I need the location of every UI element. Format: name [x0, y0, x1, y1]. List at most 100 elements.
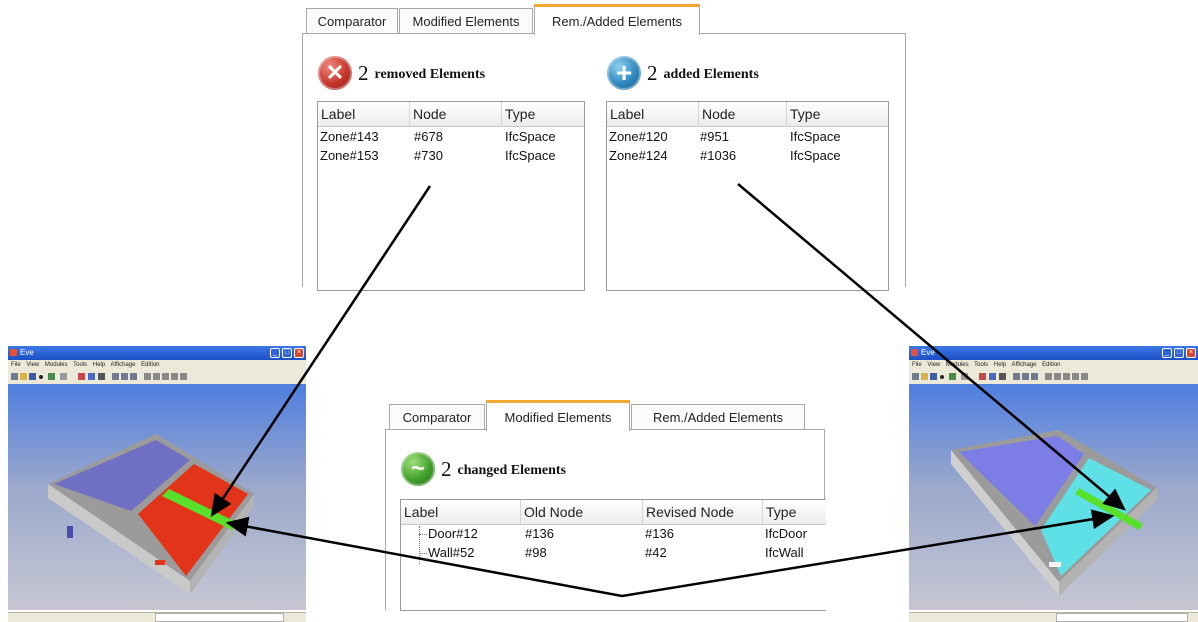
menu-affichage[interactable]: Affichage [1012, 362, 1037, 368]
added-elements-list[interactable]: Label Node Type Zone#120 #951 IfcSpace Z… [606, 101, 889, 291]
menu-affichage[interactable]: Affichage [111, 362, 136, 368]
3d-viewport[interactable] [909, 384, 1198, 610]
column-header-old-node[interactable]: Old Node [521, 500, 643, 524]
pan-icon[interactable] [1072, 373, 1079, 380]
open-folder-icon[interactable] [921, 373, 928, 380]
tree-branch [419, 534, 427, 535]
3d-viewport[interactable] [8, 384, 306, 610]
added-row-1-label[interactable]: Zone#120 [609, 129, 668, 144]
tab-comparator[interactable]: Comparator [306, 8, 398, 34]
save-icon[interactable] [930, 373, 937, 380]
rotate-icon[interactable] [162, 373, 169, 380]
color-icon[interactable] [78, 373, 85, 380]
box-icon[interactable] [999, 373, 1006, 380]
cube2-icon[interactable] [1022, 373, 1029, 380]
color-icon[interactable] [979, 373, 986, 380]
removed-heading: ✕ 2 removed Elements [318, 56, 485, 90]
column-header-type[interactable]: Type [763, 500, 826, 524]
removed-elements-list[interactable]: Label Node Type Zone#143 #678 IfcSpace Z… [317, 101, 585, 291]
minimize-button[interactable]: _ [270, 348, 280, 358]
menu-edition[interactable]: Edition [141, 362, 159, 368]
tab-rem-added-elements[interactable]: Rem./Added Elements [631, 404, 805, 430]
close-button[interactable]: × [294, 348, 304, 358]
changed-row-1-revised-node: #136 [645, 526, 674, 541]
column-header-label[interactable]: Label [607, 102, 699, 126]
pan-icon[interactable] [171, 373, 178, 380]
tab-rem-added-elements[interactable]: Rem./Added Elements [534, 4, 700, 35]
close-button[interactable]: × [1186, 348, 1196, 358]
window-title: Eve [921, 348, 935, 357]
fit-icon[interactable] [1081, 373, 1088, 380]
removed-row-1-label[interactable]: Zone#143 [320, 129, 379, 144]
render-icon[interactable] [88, 373, 95, 380]
tab-modified-elements[interactable]: Modified Elements [399, 8, 533, 34]
menu-view[interactable]: View [26, 362, 39, 368]
tab-comparator[interactable]: Comparator [389, 404, 485, 430]
save-icon[interactable] [29, 373, 36, 380]
zoom-icon[interactable] [153, 373, 160, 380]
dot-icon[interactable] [940, 375, 944, 379]
tab-modified-elements[interactable]: Modified Elements [486, 400, 630, 431]
cube3-icon[interactable] [1031, 373, 1038, 380]
new-file-icon[interactable] [11, 373, 18, 380]
column-header-type[interactable]: Type [787, 102, 888, 126]
cube2-icon[interactable] [121, 373, 128, 380]
cube3-icon[interactable] [130, 373, 137, 380]
added-list-header: Label Node Type [607, 102, 888, 127]
changed-row-2-label[interactable]: Wall#52 [428, 545, 474, 560]
removed-row-2-label[interactable]: Zone#153 [320, 148, 379, 163]
menu-modules[interactable]: Modules [946, 362, 969, 368]
render-icon[interactable] [989, 373, 996, 380]
menu-view[interactable]: View [927, 362, 940, 368]
menu-help[interactable]: Help [93, 362, 105, 368]
menu-tools[interactable]: Tools [73, 362, 87, 368]
cube-icon[interactable] [112, 373, 119, 380]
status-field [155, 613, 284, 622]
tree-line [419, 526, 420, 564]
removed-count: 2 [358, 60, 369, 85]
changed-elements-list[interactable]: Label Old Node Revised Node Type Door#12… [400, 499, 826, 611]
changed-list-header: Label Old Node Revised Node Type [401, 500, 826, 525]
cursor-icon[interactable] [1045, 373, 1052, 380]
window-marker [1049, 562, 1061, 567]
column-header-label[interactable]: Label [318, 102, 410, 126]
column-header-label[interactable]: Label [401, 500, 521, 524]
menu-help[interactable]: Help [994, 362, 1006, 368]
zoom-icon[interactable] [1054, 373, 1061, 380]
changed-row-1-label[interactable]: Door#12 [428, 526, 478, 541]
dot-icon[interactable] [39, 375, 43, 379]
changed-icon: ~ [401, 452, 435, 486]
cursor-icon[interactable] [144, 373, 151, 380]
changed-heading: ~ 2 changed Elements [401, 452, 566, 486]
maximize-button[interactable]: □ [282, 348, 292, 358]
added-heading: + 2 added Elements [607, 56, 759, 90]
menu-modules[interactable]: Modules [45, 362, 68, 368]
menu-file[interactable]: File [11, 362, 21, 368]
view-icon[interactable] [949, 373, 956, 380]
box-icon[interactable] [98, 373, 105, 380]
cube-icon[interactable] [1013, 373, 1020, 380]
view-icon[interactable] [48, 373, 55, 380]
top-tabbar: Comparator Modified Elements Rem./Added … [302, 2, 906, 35]
menu-file[interactable]: File [912, 362, 922, 368]
minimize-button[interactable]: _ [1162, 348, 1172, 358]
removed-list-header: Label Node Type [318, 102, 584, 127]
menu-tools[interactable]: Tools [974, 362, 988, 368]
added-row-2-label[interactable]: Zone#124 [609, 148, 668, 163]
layers-icon[interactable] [961, 373, 968, 380]
title-bar: Eve _ □ × [909, 346, 1198, 360]
column-header-node[interactable]: Node [699, 102, 787, 126]
new-file-icon[interactable] [912, 373, 919, 380]
rotate-icon[interactable] [1063, 373, 1070, 380]
status-bar [909, 612, 1198, 622]
open-folder-icon[interactable] [20, 373, 27, 380]
column-header-revised-node[interactable]: Revised Node [643, 500, 763, 524]
removed-row-2-node: #730 [414, 148, 443, 163]
menu-edition[interactable]: Edition [1042, 362, 1060, 368]
layers-icon[interactable] [60, 373, 67, 380]
fit-icon[interactable] [180, 373, 187, 380]
column-header-type[interactable]: Type [502, 102, 584, 126]
maximize-button[interactable]: □ [1174, 348, 1184, 358]
column-header-node[interactable]: Node [410, 102, 502, 126]
added-row-1-node: #951 [700, 129, 729, 144]
